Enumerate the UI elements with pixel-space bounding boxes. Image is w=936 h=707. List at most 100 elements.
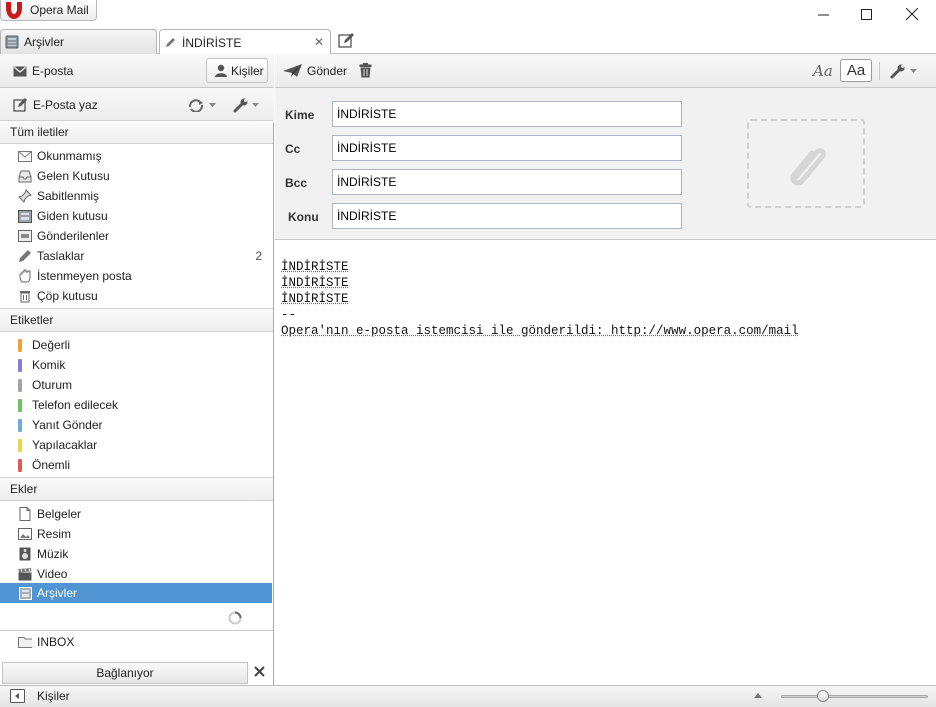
cc-field[interactable] [332,135,682,161]
chevron-down-icon [910,69,917,74]
compose-toolbar: E-Posta yaz [0,88,274,123]
to-label: Kime [285,108,315,122]
sidebar-item-label-session[interactable]: Oturum [0,375,272,395]
sync-button[interactable] [187,98,216,112]
subject-field[interactable] [332,203,682,229]
tab-archives[interactable]: Arşivler [0,29,157,54]
signature-separator: -- [281,308,297,322]
delete-draft-button[interactable] [359,63,372,78]
maximize-button[interactable] [851,4,881,24]
mail-label: E-posta [32,64,74,78]
sidebar-item-label: Gelen Kutusu [37,169,110,183]
close-connection-icon[interactable] [254,666,265,677]
sidebar-item-label-todo[interactable]: Yapılacaklar [0,435,272,455]
title-bar: Opera Mail [0,0,936,28]
sidebar-item-label: Video [37,567,68,581]
zoom-slider[interactable] [781,690,928,702]
sidebar-item-spam[interactable]: İstenmeyen posta [0,266,272,286]
sidebar-item-label-call[interactable]: Telefon edilecek [0,395,272,415]
sidebar-item-pinned[interactable]: Sabitlenmiş [0,186,272,206]
sidebar-item-images[interactable]: Resim [0,524,272,544]
contacts-status-label[interactable]: Kişiler [37,689,70,703]
sidebar-item-label: İstenmeyen posta [37,269,132,283]
sidebar-item-label: Yapılacaklar [32,438,98,452]
contacts-button[interactable]: Kişiler [206,58,268,83]
compose-settings-button[interactable] [890,64,917,79]
opera-menu-button[interactable]: Opera Mail [0,0,97,21]
rich-text-toggle-icon[interactable]: Aa [813,62,833,80]
sidebar: E-posta Kişiler E-Posta yaz Tüm iletiler… [0,54,274,685]
connection-status-label: Bağlanıyor [96,666,154,680]
tag-color-icon [18,418,22,432]
sidebar-item-video[interactable]: Video [0,564,272,584]
to-field[interactable] [332,101,682,127]
send-label: Gönder [307,64,348,78]
loading-spinner-icon [228,611,242,625]
pencil-icon [18,249,32,263]
tab-compose[interactable]: İNDİRİSTE ✕ [159,29,331,55]
plain-text-toggle-icon[interactable]: Aa [840,59,872,82]
sidebar-item-music[interactable]: Müzik [0,544,272,564]
chevron-down-icon [209,102,216,108]
sidebar-item-label-reply[interactable]: Yanıt Gönder [0,415,272,435]
minimize-button[interactable] [808,4,838,24]
attachments-header[interactable]: Ekler [0,477,273,501]
bcc-field[interactable] [332,169,682,195]
status-bar: Kişiler [0,685,936,707]
sidebar-item-inbox[interactable]: Gelen Kutusu [0,166,272,186]
envelope-icon [13,66,27,77]
message-body-editor[interactable]: İNDİRİSTE İNDİRİSTE İNDİRİSTE -- Opera'n… [275,241,936,685]
sidebar-item-label: INBOX [37,635,75,649]
trash-icon [18,289,32,303]
bcc-label: Bcc [285,176,308,190]
outbox-icon [18,209,32,223]
archive-icon [18,586,32,600]
sidebar-item-archives[interactable]: Arşivler [0,583,272,603]
toggle-panel-button[interactable] [10,689,25,703]
all-messages-header[interactable]: Tüm iletiler [0,120,273,144]
sidebar-item-label-important[interactable]: Önemli [0,455,272,475]
tag-color-icon [18,438,22,452]
app-title: Opera Mail [30,3,89,17]
account-row[interactable] [0,605,273,631]
sidebar-item-drafts[interactable]: Taslaklar 2 [0,246,272,266]
sidebar-item-inbox-folder[interactable]: INBOX [0,632,272,652]
sidebar-item-label: Çöp kutusu [37,289,98,303]
unread-envelope-icon [18,149,32,163]
compose-button[interactable]: E-Posta yaz [13,98,98,112]
close-tab-icon[interactable]: ✕ [314,35,324,49]
attachment-drop-zone[interactable] [747,119,865,208]
sidebar-item-outbox[interactable]: Giden kutusu [0,206,272,226]
tab-label: İNDİRİSTE [182,35,242,50]
new-compose-tab-icon[interactable] [338,33,355,48]
sidebar-item-label: Telefon edilecek [32,398,119,412]
send-button[interactable]: Gönder [283,64,347,78]
chevron-up-icon[interactable] [754,692,762,698]
mail-settings-button[interactable] [233,98,259,113]
toolbar-divider [879,62,880,80]
sidebar-item-label: Resim [37,527,72,541]
sidebar-item-label: Müzik [37,547,69,561]
archive-icon [5,35,19,49]
sidebar-item-trash[interactable]: Çöp kutusu [0,286,272,306]
body-line: İNDİRİSTE [281,260,349,274]
tag-color-icon [18,378,22,392]
wrench-icon [233,98,248,113]
mail-panel-button[interactable]: E-posta [13,64,73,78]
compose-toolbar-main: Gönder Aa Aa [275,54,936,88]
contacts-label: Kişiler [231,63,264,78]
sidebar-item-label-funny[interactable]: Komik [0,355,272,375]
sidebar-item-unread[interactable]: Okunmamış [0,146,272,166]
sidebar-item-label-valuable[interactable]: Değerli [0,335,272,355]
labels-header[interactable]: Etiketler [0,308,273,332]
subject-label: Konu [288,210,319,224]
document-icon [18,507,32,521]
tag-color-icon [18,338,22,352]
hand-stop-icon [18,269,32,283]
close-window-button[interactable] [897,4,927,24]
sidebar-item-label: Belgeler [37,507,82,521]
sidebar-item-sent[interactable]: Gönderilenler [0,226,272,246]
tag-color-icon [18,358,22,372]
sidebar-item-documents[interactable]: Belgeler [0,504,272,524]
zoom-slider-handle[interactable] [817,690,830,702]
